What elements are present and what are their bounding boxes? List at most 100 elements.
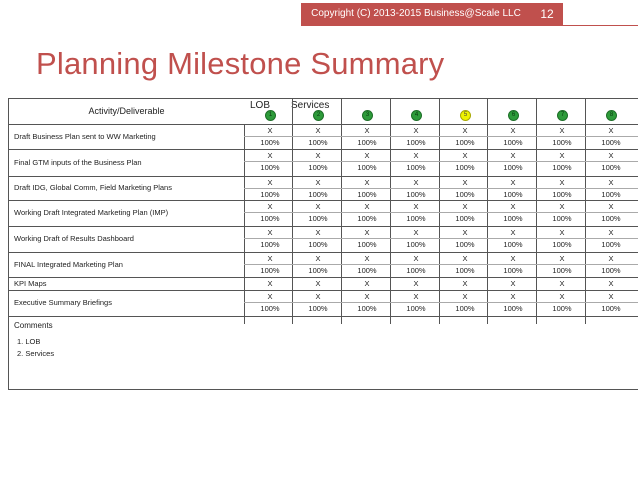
milestone-circle-7: 7 bbox=[557, 110, 568, 121]
activity-header: Activity/Deliverable bbox=[88, 106, 165, 116]
completion-mark: X bbox=[267, 126, 273, 135]
completion-mark: X bbox=[608, 278, 614, 288]
completion-percent: 100% bbox=[455, 304, 475, 313]
completion-mark: X bbox=[364, 278, 370, 288]
completion-mark: X bbox=[267, 292, 273, 301]
completion-percent: 100% bbox=[357, 214, 377, 223]
row-divider bbox=[9, 290, 638, 291]
header-rule bbox=[301, 25, 638, 26]
completion-percent: 100% bbox=[552, 190, 572, 199]
completion-percent: 100% bbox=[601, 138, 621, 147]
completion-mark: X bbox=[315, 254, 321, 263]
completion-percent: 100% bbox=[552, 163, 572, 172]
completion-mark: X bbox=[364, 228, 370, 237]
completion-mark: X bbox=[413, 228, 419, 237]
milestone-circle-2: 2 bbox=[313, 110, 324, 121]
completion-percent: 100% bbox=[357, 163, 377, 172]
completion-mark: X bbox=[510, 292, 516, 301]
completion-percent: 100% bbox=[455, 190, 475, 199]
completion-mark: X bbox=[559, 254, 565, 263]
completion-mark: X bbox=[267, 202, 273, 211]
page-title: Planning Milestone Summary bbox=[36, 46, 445, 81]
comment-item: 2. Services bbox=[17, 349, 55, 358]
completion-percent: 100% bbox=[455, 138, 475, 147]
completion-percent: 100% bbox=[308, 163, 328, 172]
activity-label: FINAL Integrated Marketing Plan bbox=[14, 259, 123, 269]
completion-mark: X bbox=[315, 151, 321, 160]
completion-mark: X bbox=[462, 126, 468, 135]
completion-mark: X bbox=[608, 151, 614, 160]
completion-percent: 100% bbox=[503, 266, 523, 275]
completion-mark: X bbox=[462, 292, 468, 301]
completion-mark: X bbox=[364, 254, 370, 263]
completion-mark: X bbox=[267, 178, 273, 187]
completion-percent: 100% bbox=[308, 214, 328, 223]
completion-mark: X bbox=[462, 178, 468, 187]
milestone-circle-3: 3 bbox=[362, 110, 373, 121]
completion-mark: X bbox=[559, 202, 565, 211]
completion-mark: X bbox=[315, 178, 321, 187]
completion-percent: 100% bbox=[406, 138, 426, 147]
completion-mark: X bbox=[413, 202, 419, 211]
completion-percent: 100% bbox=[357, 304, 377, 313]
completion-percent: 100% bbox=[406, 240, 426, 249]
completion-percent: 100% bbox=[552, 214, 572, 223]
completion-percent: 100% bbox=[357, 266, 377, 275]
milestone-circle-1: 1 bbox=[265, 110, 276, 121]
activity-label: Executive Summary Briefings bbox=[14, 298, 112, 307]
completion-mark: X bbox=[462, 254, 468, 263]
cell-divider bbox=[244, 188, 638, 189]
copyright-banner: Copyright (C) 2013-2015 Business@Scale L… bbox=[301, 3, 531, 25]
completion-percent: 100% bbox=[308, 190, 328, 199]
completion-mark: X bbox=[559, 151, 565, 160]
completion-mark: X bbox=[462, 151, 468, 160]
completion-percent: 100% bbox=[260, 304, 280, 313]
cell-divider bbox=[244, 264, 638, 265]
completion-percent: 100% bbox=[455, 163, 475, 172]
row-divider bbox=[9, 200, 638, 201]
activity-label: KPI Maps bbox=[14, 278, 47, 288]
completion-mark: X bbox=[510, 178, 516, 187]
completion-percent: 100% bbox=[601, 163, 621, 172]
activity-label: Draft IDG, Global Comm, Field Marketing … bbox=[14, 183, 172, 192]
row-divider bbox=[9, 149, 638, 150]
completion-mark: X bbox=[413, 126, 419, 135]
completion-percent: 100% bbox=[503, 304, 523, 313]
completion-percent: 100% bbox=[260, 190, 280, 199]
completion-percent: 100% bbox=[260, 138, 280, 147]
column-divider bbox=[244, 124, 245, 324]
completion-percent: 100% bbox=[406, 190, 426, 199]
completion-mark: X bbox=[413, 278, 419, 288]
row-divider bbox=[9, 176, 638, 177]
completion-mark: X bbox=[608, 292, 614, 301]
completion-percent: 100% bbox=[406, 304, 426, 313]
completion-percent: 100% bbox=[552, 266, 572, 275]
completion-mark: X bbox=[315, 278, 321, 288]
completion-mark: X bbox=[267, 254, 273, 263]
milestone-circle-4: 4 bbox=[411, 110, 422, 121]
completion-mark: X bbox=[608, 202, 614, 211]
milestone-circle-8: 8 bbox=[606, 110, 617, 121]
completion-percent: 100% bbox=[455, 240, 475, 249]
completion-mark: X bbox=[315, 292, 321, 301]
row-divider bbox=[9, 316, 638, 317]
completion-mark: X bbox=[510, 151, 516, 160]
activity-label: Working Draft of Results Dashboard bbox=[14, 234, 134, 243]
completion-mark: X bbox=[559, 228, 565, 237]
completion-mark: X bbox=[462, 228, 468, 237]
page-number: 12 bbox=[531, 3, 563, 25]
completion-mark: X bbox=[364, 126, 370, 135]
completion-percent: 100% bbox=[601, 266, 621, 275]
completion-percent: 100% bbox=[260, 266, 280, 275]
completion-mark: X bbox=[315, 126, 321, 135]
lob-group-label: LOB bbox=[250, 100, 271, 111]
milestone-circle-5: 5 bbox=[460, 110, 471, 121]
completion-mark: X bbox=[608, 228, 614, 237]
row-divider bbox=[9, 252, 638, 253]
completion-percent: 100% bbox=[357, 138, 377, 147]
cell-divider bbox=[244, 136, 638, 137]
completion-percent: 100% bbox=[552, 240, 572, 249]
completion-mark: X bbox=[510, 228, 516, 237]
completion-percent: 100% bbox=[308, 138, 328, 147]
cell-divider bbox=[244, 302, 638, 303]
